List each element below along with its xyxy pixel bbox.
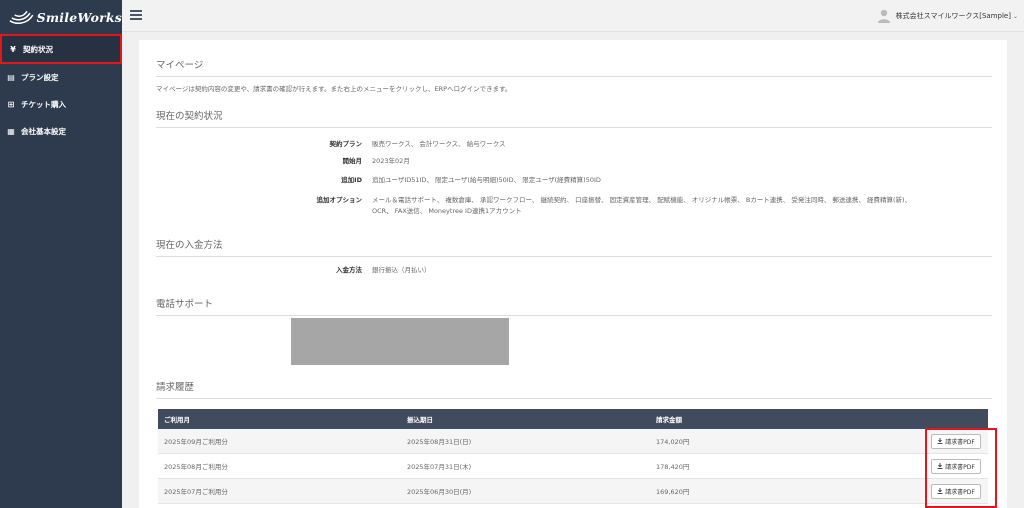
smileworks-logo-icon [9, 10, 34, 24]
page-lead: マイページは契約内容の変更や、請求書の確認が行えます。また右上のメニューをクリッ… [156, 85, 512, 93]
main-content: マイページ マイページは契約内容の変更や、請求書の確認が行えます。また右上のメニ… [139, 40, 1007, 508]
sidebar-item-contract-status[interactable]: ¥ 契約状況 [0, 34, 122, 64]
user-menu[interactable]: 株式会社スマイルワークス[Sample] ⌄ [877, 9, 1018, 23]
table-header: ご利用月 振込期日 請求金額 [158, 409, 988, 429]
billing-section: 請求履歴 [156, 379, 992, 399]
cell-due: 2025年06月30日(月) [407, 488, 472, 496]
row-label: 開始月 [342, 157, 363, 165]
sidebar-item-label: 会社基本設定 [21, 127, 66, 136]
building-icon: ▦ [7, 127, 15, 136]
row-label: 入金方法 [336, 266, 362, 274]
row-value: 販売ワークス、 会計ワークス、 給与ワークス [372, 140, 506, 148]
top-bar: 株式会社スマイルワークス[Sample] ⌄ [122, 0, 1024, 32]
column-header-due: 振込期日 [407, 416, 433, 424]
contract-title: 現在の契約状況 [156, 108, 992, 128]
contract-row-start-wrap: 開始月 2023年02月 [156, 156, 992, 167]
billing-title: 請求履歴 [156, 379, 992, 399]
highlight-box [925, 428, 997, 508]
row-value: 銀行振込（月払い） [372, 266, 431, 274]
sidebar-item-label: 契約状況 [23, 44, 53, 54]
billing-table: ご利用月 振込期日 請求金額 2025年09月ご利用分 2025年08月31日(… [158, 409, 988, 504]
sidebar-item-ticket-purchase[interactable]: ⊞ チケット購入 [0, 91, 122, 118]
user-avatar-icon [877, 9, 890, 23]
sidebar-item-label: チケット購入 [21, 100, 66, 109]
plan-icon: ▤ [7, 73, 15, 82]
sidebar-item-company-settings[interactable]: ▦ 会社基本設定 [0, 118, 122, 145]
logo-text: SmileWorks [36, 9, 122, 25]
mypage-section: マイページ [156, 57, 992, 77]
contract-row-added-id: 追加ID 追加ユーザID51ID、 限定ユーザ(給与明細)50ID、 限定ユーザ… [156, 175, 992, 186]
cell-due: 2025年08月31日(日) [407, 438, 472, 446]
hamburger-menu-icon[interactable] [130, 10, 142, 20]
contract-rows: 契約プラン 販売ワークス、 会計ワークス、 給与ワークス [156, 139, 992, 150]
contract-row-options: 追加オプション メール＆電話サポート、 複数倉庫、 承認ワークフロー、 継続契約… [156, 195, 992, 217]
sidebar: SmileWorks ¥ 契約状況 ▤ プラン設定 ⊞ チケット購入 ▦ 会社基… [0, 0, 122, 508]
row-value: 2023年02月 [372, 157, 410, 165]
cell-amount: 178,420円 [656, 463, 690, 471]
sidebar-item-label: プラン設定 [21, 73, 59, 82]
sidebar-item-plan-settings[interactable]: ▤ プラン設定 [0, 64, 122, 91]
phone-section: 電話サポート [156, 296, 992, 316]
column-header-amount: 請求金額 [656, 416, 682, 424]
contract-section: 現在の契約状況 [156, 108, 992, 128]
contract-row-options-wrap: 追加オプション メール＆電話サポート、 複数倉庫、 承認ワークフロー、 継続契約… [156, 195, 992, 217]
plus-square-icon: ⊞ [7, 100, 15, 109]
mypage-lead-wrap: マイページは契約内容の変更や、請求書の確認が行えます。また右上のメニューをクリッ… [156, 83, 992, 93]
cell-month: 2025年08月ご利用分 [164, 463, 228, 471]
cell-due: 2025年07月31日(木) [407, 463, 472, 471]
column-header-month: ご利用月 [164, 416, 190, 424]
table-row: 2025年08月ご利用分 2025年07月31日(木) 178,420円 請求書… [158, 454, 988, 479]
payment-title: 現在の入金方法 [156, 237, 992, 257]
row-label: 契約プラン [329, 140, 363, 148]
contract-row-start: 開始月 2023年02月 [156, 156, 992, 167]
contract-row-plan: 契約プラン 販売ワークス、 会計ワークス、 給与ワークス [156, 139, 992, 150]
yen-icon: ¥ [10, 44, 16, 54]
payment-rows: 入金方法 銀行振込（月払い） [156, 265, 992, 276]
phone-support-redacted-image [291, 318, 509, 365]
cell-month: 2025年07月ご利用分 [164, 488, 228, 496]
row-value: メール＆電話サポート、 複数倉庫、 承認ワークフロー、 継続契約、 口座振替、 … [372, 196, 912, 215]
row-label: 追加ID [341, 176, 362, 184]
cell-amount: 169,620円 [656, 488, 690, 496]
contract-row-id-wrap: 追加ID 追加ユーザID51ID、 限定ユーザ(給与明細)50ID、 限定ユーザ… [156, 175, 992, 186]
payment-section: 現在の入金方法 [156, 237, 992, 257]
chevron-down-icon: ⌄ [1012, 12, 1018, 20]
logo[interactable]: SmileWorks [0, 0, 122, 34]
company-name: 株式会社スマイルワークス[Sample] [895, 12, 1011, 20]
page-title: マイページ [156, 57, 992, 77]
table-row: 2025年09月ご利用分 2025年08月31日(日) 174,020円 請求書… [158, 429, 988, 454]
row-value: 追加ユーザID51ID、 限定ユーザ(給与明細)50ID、 限定ユーザ(経費精算… [372, 176, 601, 184]
cell-month: 2025年09月ご利用分 [164, 438, 228, 446]
phone-title: 電話サポート [156, 296, 992, 316]
payment-row-method: 入金方法 銀行振込（月払い） [156, 265, 992, 276]
table-row: 2025年07月ご利用分 2025年06月30日(月) 169,620円 請求書… [158, 479, 988, 504]
row-label: 追加オプション [316, 196, 363, 204]
cell-amount: 174,020円 [656, 438, 690, 446]
